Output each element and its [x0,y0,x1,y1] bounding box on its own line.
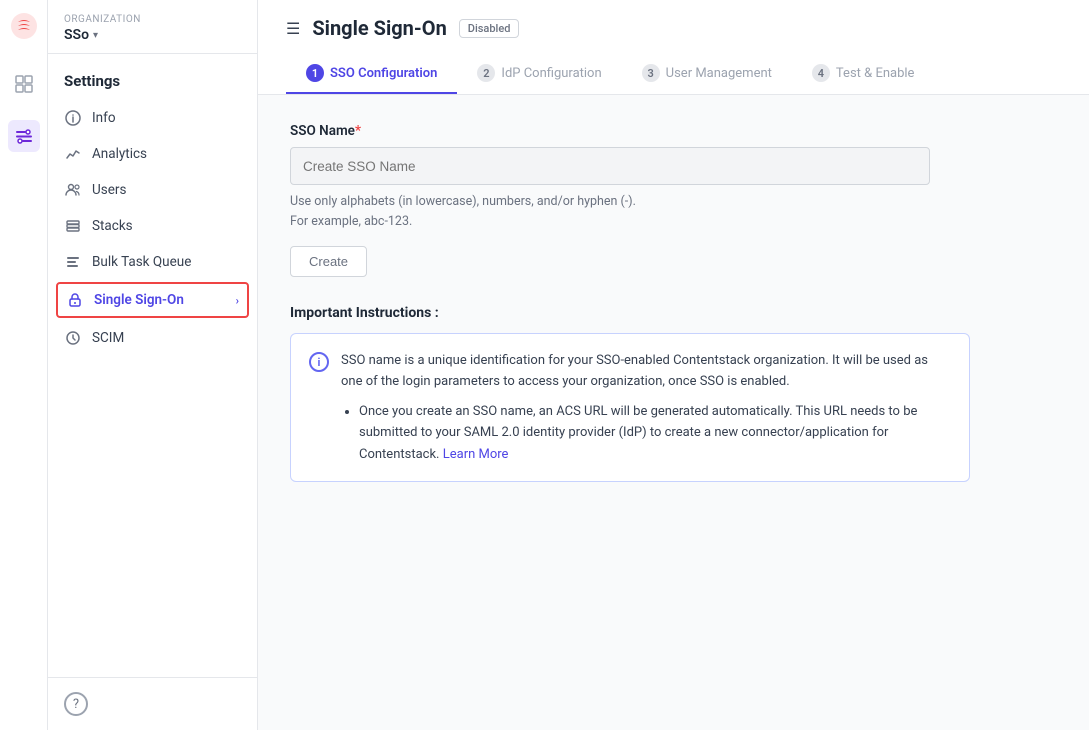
chevron-down-icon: ▾ [93,30,98,41]
sidebar-item-scim[interactable]: SCIM [48,320,257,356]
info-icon [64,109,82,127]
content-area: SSO Name* Use only alphabets (in lowerca… [258,95,1089,730]
app-logo[interactable] [10,12,38,40]
sidebar-nav: Info Analytics Users [48,100,257,677]
org-selector[interactable]: Organization SSo ▾ [48,0,257,54]
info-text: SSO name is a unique identification for … [341,350,951,465]
tab-2-number: 2 [477,64,495,82]
tabs-row: 1 SSO Configuration 2 IdP Configuration … [286,54,1061,94]
scim-icon [64,329,82,347]
icon-bar-grid[interactable] [8,68,40,100]
required-indicator: * [355,123,361,139]
sidebar-item-bulk-task-queue[interactable]: Bulk Task Queue [48,244,257,280]
queue-icon [64,253,82,271]
sidebar-item-users-label: Users [92,182,126,198]
learn-more-link[interactable]: Learn More [443,447,509,462]
icon-bar [0,0,48,730]
tab-2-label: IdP Configuration [501,66,601,81]
sidebar-item-analytics[interactable]: Analytics [48,136,257,172]
tab-3-number: 3 [642,64,660,82]
main-header: ☰ Single Sign-On Disabled 1 SSO Configur… [258,0,1089,95]
lock-icon [66,291,84,309]
sidebar-item-analytics-label: Analytics [92,146,147,162]
sidebar-item-scim-label: SCIM [92,330,124,346]
create-button[interactable]: Create [290,246,367,277]
help-icon[interactable]: ? [64,692,88,716]
hamburger-icon[interactable]: ☰ [286,19,300,38]
important-instructions-title: Important Instructions : [290,305,1057,321]
info-item-1: SSO name is a unique identification for … [341,353,928,389]
tab-1-number: 1 [306,64,324,82]
tab-1-label: SSO Configuration [330,66,437,81]
sidebar-title: Settings [48,54,257,100]
sidebar-item-users[interactable]: Users [48,172,257,208]
sidebar-item-single-sign-on-label: Single Sign-On [94,292,184,308]
page-title: Single Sign-On [312,16,446,40]
users-icon [64,181,82,199]
org-name: SSo [64,27,89,43]
sidebar-item-stacks[interactable]: Stacks [48,208,257,244]
tab-idp-configuration[interactable]: 2 IdP Configuration [457,54,621,94]
sidebar-item-info[interactable]: Info [48,100,257,136]
stacks-icon [64,217,82,235]
hint-line-2: For example, abc-123. [290,214,412,229]
status-badge: Disabled [459,19,520,38]
tab-4-label: Test & Enable [836,66,915,81]
icon-bar-settings[interactable] [8,120,40,152]
tab-test-enable[interactable]: 4 Test & Enable [792,54,935,94]
sidebar: Organization SSo ▾ Settings Info [48,0,258,730]
sso-name-label: SSO Name* [290,123,1057,139]
info-box: i SSO name is a unique identification fo… [290,333,970,482]
tab-user-management[interactable]: 3 User Management [622,54,792,94]
field-hint: Use only alphabets (in lowercase), numbe… [290,192,1057,232]
sso-name-input[interactable] [290,147,930,185]
chevron-right-icon: › [236,294,239,307]
tab-sso-configuration[interactable]: 1 SSO Configuration [286,54,457,94]
main-content: ☰ Single Sign-On Disabled 1 SSO Configur… [258,0,1089,730]
tab-3-label: User Management [666,66,772,81]
sidebar-item-single-sign-on[interactable]: Single Sign-On › [56,282,249,318]
sidebar-bottom: ? [48,677,257,730]
sidebar-item-info-label: Info [92,110,116,126]
info-circle-icon: i [309,352,329,372]
sidebar-item-stacks-label: Stacks [92,218,133,234]
analytics-icon [64,145,82,163]
sidebar-item-bulk-task-queue-label: Bulk Task Queue [92,254,191,270]
org-label: Organization [64,14,241,25]
hint-line-1: Use only alphabets (in lowercase), numbe… [290,194,636,209]
tab-4-number: 4 [812,64,830,82]
